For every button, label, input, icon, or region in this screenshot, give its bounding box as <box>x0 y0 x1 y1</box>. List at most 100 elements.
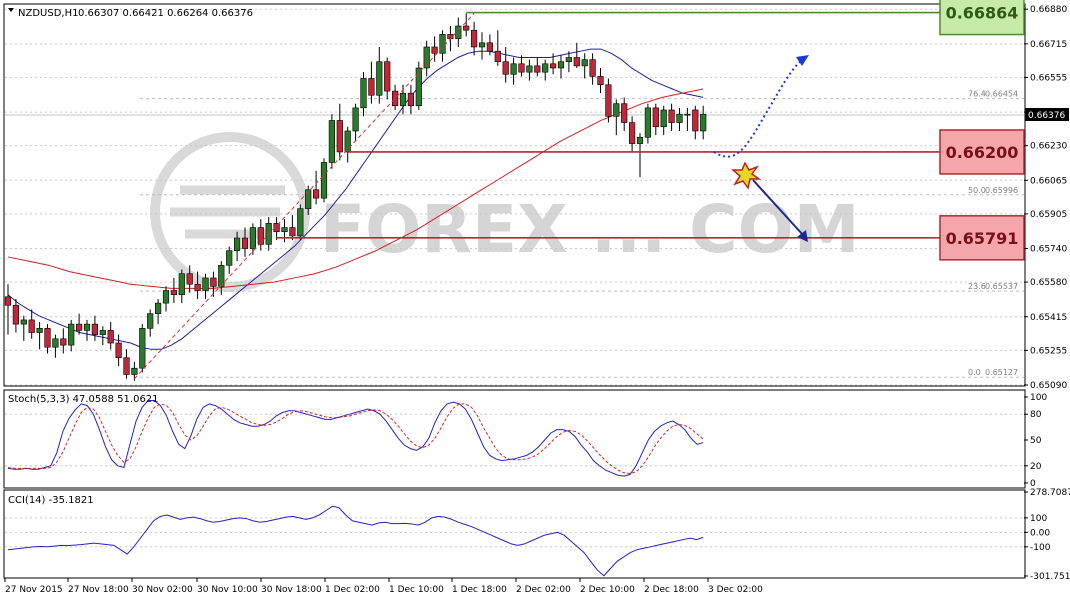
bear-candle-body <box>605 84 612 117</box>
y-tick-label: 0.65415 <box>1030 313 1067 323</box>
bull-candle-body <box>178 273 185 296</box>
x-tick-label: 3 Dec 02:00 <box>708 585 763 595</box>
bear-candle-body <box>241 237 249 249</box>
x-tick-label: 2 Dec 18:00 <box>644 585 699 595</box>
bear-candle-body <box>44 328 51 348</box>
candle <box>320 158 328 203</box>
bull-candle-body <box>415 67 422 107</box>
cci-tick-label: 278.7087 <box>1030 488 1070 498</box>
bear-candle-body <box>368 78 375 96</box>
fib-level-label: 76.4 <box>968 90 986 99</box>
y-tick-label: 0.66880 <box>1030 5 1067 15</box>
bull-candle-body <box>139 328 146 369</box>
bear-candle-body <box>336 120 343 153</box>
candle <box>297 204 304 241</box>
bull-candle-body <box>376 61 383 96</box>
bear-candle-body <box>549 63 557 69</box>
y-tick-label: 0.65905 <box>1030 210 1067 220</box>
bull-candle-body <box>99 330 106 335</box>
watermark-text: FOREX ... COM <box>320 191 859 268</box>
fib-level-value: 0.65537 <box>985 282 1018 291</box>
bull-candle-body <box>20 319 27 325</box>
y-tick-label: 0.66715 <box>1030 40 1067 50</box>
bull-candle-body <box>360 78 367 109</box>
bear-candle-body <box>384 61 391 92</box>
x-tick-label: 30 Nov 18:00 <box>261 585 322 595</box>
bull-candle-body <box>399 92 407 107</box>
bear-candle-body <box>431 46 438 54</box>
x-tick-label: 1 Dec 18:00 <box>452 585 507 595</box>
bull-candle-body <box>202 277 209 291</box>
y-tick-label: 0.65090 <box>1030 381 1067 391</box>
candle <box>139 324 146 373</box>
bull-candle-body <box>328 120 336 163</box>
bear-candle-body <box>652 107 659 128</box>
bull-candle-body <box>320 162 328 199</box>
bull-candle-body <box>131 367 138 375</box>
bear-candle-body <box>486 42 494 52</box>
y-tick-label: 0.66230 <box>1030 142 1067 152</box>
bear-candle-body <box>91 323 98 335</box>
bull-candle-body <box>644 107 651 138</box>
bull-candle-body <box>162 290 170 304</box>
bear-candle-body <box>170 290 178 296</box>
bear-candle-body <box>107 330 114 344</box>
x-tick-label: 27 Nov 2015 <box>5 585 63 595</box>
x-tick-label: 2 Dec 10:00 <box>580 585 635 595</box>
bear-candle-body <box>502 61 509 75</box>
bear-candle-body <box>257 227 264 245</box>
bull-candle-body <box>684 113 691 116</box>
level-box-label: 0.66864 <box>946 4 1019 23</box>
y-tick-label: 0.66555 <box>1030 73 1067 83</box>
chart-window: FOREX ... COM 76.4 0.66454 50.0 0.65996 23.6… <box>0 0 1070 598</box>
bull-candle-body <box>478 42 486 48</box>
bear-candle-body <box>407 92 415 107</box>
bull-candle-body <box>700 113 707 132</box>
bear-candle-body <box>668 109 675 123</box>
level-box-label: 0.66200 <box>946 143 1019 162</box>
bear-candle-body <box>518 63 525 73</box>
bull-candle-body <box>526 65 533 73</box>
bull-candle-body <box>352 107 359 132</box>
bear-candle-body <box>597 76 604 86</box>
bull-candle-body <box>147 313 154 329</box>
bull-candle-body <box>297 208 304 237</box>
bear-candle-body <box>463 25 470 31</box>
cci-tick-label: 100 <box>1030 514 1047 524</box>
bull-candle-body <box>226 250 233 266</box>
bull-candle-body <box>52 338 59 348</box>
bull-candle-body <box>36 328 43 333</box>
bull-candle-body <box>581 59 588 67</box>
bear-candle-body <box>534 65 541 73</box>
bull-candle-body <box>249 227 257 249</box>
bear-candle-body <box>447 34 454 39</box>
bull-candle-body <box>510 63 517 75</box>
y-tick-label: 0.65580 <box>1030 278 1067 288</box>
bull-candle-body <box>565 57 572 62</box>
bull-candle-body <box>218 265 225 287</box>
x-tick-label: 1 Dec 02:00 <box>325 585 380 595</box>
candle <box>415 61 422 110</box>
bull-candle-body <box>676 113 683 123</box>
cci-tick-label: -301.7512 <box>1030 572 1070 582</box>
bear-candle-body <box>123 357 130 375</box>
bull-candle-body <box>344 130 351 153</box>
bear-candle-body <box>470 29 478 48</box>
fib-level-value: 0.66454 <box>985 90 1018 99</box>
bear-candle-body <box>76 323 83 331</box>
cci-tick-label: -100 <box>1030 543 1051 553</box>
bear-candle-body <box>573 57 580 67</box>
stoch-tick-label: 100 <box>1030 393 1047 403</box>
symbol-label: NZDUSD,H1 <box>18 8 78 19</box>
bear-candle-body <box>692 109 699 132</box>
fib-level-label: 50.0 <box>968 186 986 195</box>
stoch-label: Stoch(5,3,3) 47.0588 51.0621 <box>8 394 159 405</box>
bull-candle-body <box>281 227 288 233</box>
bear-candle-body <box>289 227 296 237</box>
bull-candle-body <box>542 63 549 73</box>
chart-canvas[interactable]: FOREX ... COM 76.4 0.66454 50.0 0.65996 23.6… <box>0 0 1070 598</box>
stoch-tick-label: 50 <box>1030 436 1042 446</box>
bear-candle-body <box>28 319 35 333</box>
bear-candle-body <box>12 304 20 325</box>
level-box-label: 0.65791 <box>946 229 1019 248</box>
